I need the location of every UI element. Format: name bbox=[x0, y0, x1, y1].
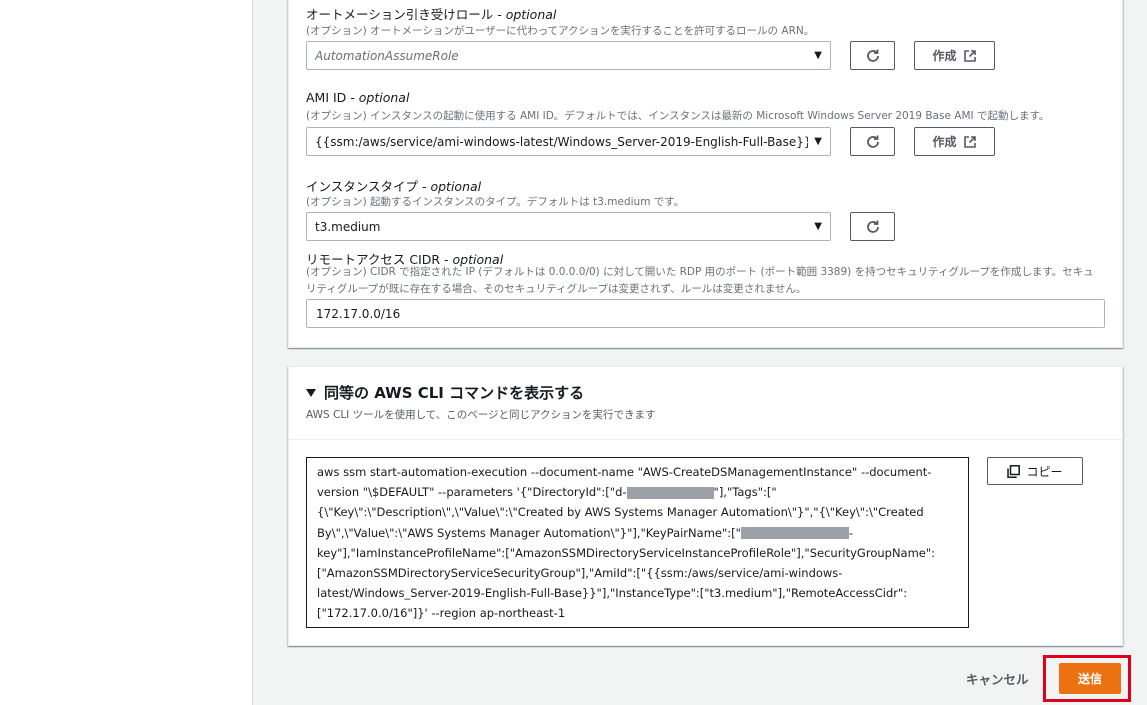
caret-down-icon: ▼ bbox=[814, 221, 822, 232]
remote-access-cidr-value: 172.17.0.0/16 bbox=[316, 306, 401, 321]
instance-type-description: (オプション) 起動するインスタンスのタイプ。デフォルトは t3.medium … bbox=[306, 196, 685, 208]
ami-id-description: (オプション) インスタンスの起動に使用する AMI ID。デフォルトでは、イン… bbox=[306, 110, 1050, 122]
copy-label: コピー bbox=[1026, 464, 1063, 479]
cli-command-text: aws ssm start-automation-execution --doc… bbox=[306, 457, 969, 628]
instance-type-label: インスタンスタイプ - optional bbox=[306, 179, 482, 194]
redacted-key-pair-name bbox=[740, 527, 849, 540]
caret-down-icon bbox=[306, 388, 316, 397]
refresh-icon bbox=[866, 49, 879, 62]
ami-id-select[interactable]: {{ssm:/aws/service/ami-windows-latest/Wi… bbox=[306, 127, 831, 156]
create-ami-button[interactable]: 作成 bbox=[914, 127, 995, 156]
create-ami-label: 作成 bbox=[932, 135, 957, 149]
instance-type-select[interactable]: t3.medium ▼ bbox=[306, 212, 831, 241]
refresh-instance-type-button[interactable] bbox=[850, 212, 895, 241]
ami-id-label: AMI ID - optional bbox=[306, 90, 410, 105]
redacted-directory-id bbox=[626, 486, 714, 499]
cli-command-part-1: aws ssm start-automation-execution --doc… bbox=[317, 465, 932, 500]
cli-section-toggle[interactable]: 同等の AWS CLI コマンドを表示する bbox=[306, 382, 584, 403]
automation-role-placeholder: AutomationAssumeRole bbox=[315, 48, 459, 63]
automation-role-label: オートメーション引き受けロール - optional bbox=[306, 7, 557, 22]
copy-button[interactable]: コピー bbox=[987, 457, 1083, 485]
cli-panel-divider bbox=[289, 439, 1122, 440]
refresh-icon bbox=[866, 220, 879, 233]
external-link-icon bbox=[963, 135, 976, 148]
instance-type-value: t3.medium bbox=[315, 219, 381, 234]
cli-section-subtitle: AWS CLI ツールを使用して、このページと同じアクションを実行できます bbox=[306, 409, 656, 421]
ami-id-value: {{ssm:/aws/service/ami-windows-latest/Wi… bbox=[315, 134, 809, 149]
automation-role-description: (オプション) オートメーションがユーザーに代わってアクションを実行することを許… bbox=[306, 25, 815, 37]
remote-access-cidr-description: (オプション) CIDR で指定された IP (デフォルトは 0.0.0.0/0… bbox=[306, 266, 1094, 295]
refresh-role-button[interactable] bbox=[850, 41, 895, 70]
copy-icon bbox=[1007, 464, 1021, 478]
remote-access-cidr-input[interactable]: 172.17.0.0/16 bbox=[306, 299, 1105, 328]
submit-button[interactable]: 送信 bbox=[1059, 663, 1121, 694]
cancel-button[interactable]: キャンセル bbox=[966, 669, 1029, 688]
automation-role-select[interactable]: AutomationAssumeRole ▼ bbox=[306, 41, 831, 70]
create-role-label: 作成 bbox=[932, 49, 957, 63]
external-link-icon bbox=[963, 49, 976, 62]
caret-down-icon: ▼ bbox=[814, 50, 822, 61]
refresh-ami-button[interactable] bbox=[850, 127, 895, 156]
caret-down-icon: ▼ bbox=[814, 136, 822, 147]
cli-section-title: 同等の AWS CLI コマンドを表示する bbox=[324, 384, 585, 402]
create-role-button[interactable]: 作成 bbox=[914, 41, 995, 70]
refresh-icon bbox=[866, 135, 879, 148]
